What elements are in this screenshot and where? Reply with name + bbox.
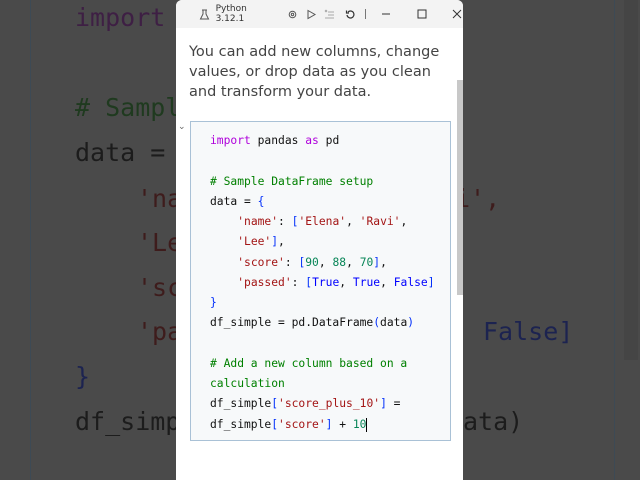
bg-code: ata) [463, 407, 524, 436]
code-token: , [380, 255, 387, 269]
code-token: True [312, 275, 340, 289]
code-token: { [257, 194, 265, 208]
code-comment: calculation [210, 377, 285, 390]
code-token: : [284, 255, 299, 269]
code-token: 'Elena' [298, 215, 347, 228]
bg-code: False] [483, 317, 574, 346]
code-token: 'score' [237, 255, 285, 269]
restart-icon[interactable] [345, 9, 357, 20]
code-token: pd [318, 134, 340, 147]
bg-code: # Sampl [75, 93, 181, 122]
code-token: ] [380, 397, 387, 411]
code-token: , [346, 255, 360, 269]
code-token: import [210, 134, 251, 147]
code-token: [ [271, 397, 279, 411]
code-token: = [386, 397, 401, 411]
clear-outputs-icon[interactable] [324, 9, 336, 20]
code-token: as [305, 134, 319, 147]
collapse-chevron-icon[interactable]: ⌄ [178, 122, 186, 132]
title-bar: Python 3.12.1 [176, 0, 463, 28]
code-comment: # Sample DataFrame setup [210, 174, 374, 188]
code-token: : [291, 275, 306, 289]
code-token: , [380, 275, 394, 289]
indent-guide [30, 0, 31, 480]
code-comment: # Add a new column based on a [210, 356, 408, 370]
code-editor[interactable]: import pandas as pd # Sample DataFrame s… [210, 131, 435, 435]
code-token: , [318, 255, 333, 269]
code-token: df_simple [210, 397, 272, 411]
close-icon[interactable] [451, 9, 463, 19]
code-token: + [332, 417, 353, 431]
code-token: 'score_plus_10' [278, 397, 381, 411]
code-token: ) [407, 316, 415, 330]
code-token: , [400, 215, 408, 228]
code-token: , [278, 235, 285, 249]
code-token: data = [210, 194, 258, 208]
code-token: 90 [305, 255, 319, 269]
bg-code: data = [75, 138, 166, 167]
bg-code: df_simp [75, 407, 181, 436]
code-token: } [210, 296, 217, 309]
scrollbar-thumb[interactable] [457, 80, 463, 295]
run-icon[interactable] [306, 9, 318, 20]
code-token: df_simple = pd.DataFrame [210, 316, 374, 330]
code-token: 10 [352, 417, 367, 431]
code-token: df_simple [210, 417, 272, 431]
text-cursor [366, 417, 368, 432]
code-token: , [339, 275, 353, 289]
code-token: False [393, 275, 428, 289]
code-token: [ [271, 417, 279, 431]
maximize-icon[interactable] [416, 9, 428, 19]
code-token: data [380, 316, 408, 330]
minimize-icon[interactable] [380, 9, 392, 19]
gear-icon[interactable] [287, 9, 299, 20]
divider [365, 9, 367, 19]
bg-code: import [75, 3, 166, 32]
markdown-cell-text: You can add new columns, change values, … [189, 44, 440, 100]
code-token: : [278, 215, 292, 228]
code-token: 'score' [278, 417, 326, 431]
code-token: 'passed' [237, 275, 292, 289]
kernel-label[interactable]: Python 3.12.1 [216, 4, 276, 24]
code-cell[interactable]: import pandas as pd # Sample DataFrame s… [190, 121, 451, 441]
code-token: 'Ravi' [359, 215, 401, 228]
notebook-window: Python 3.12.1 You can add new columns, c… [176, 0, 463, 480]
code-token: , [346, 215, 360, 228]
code-token: True [352, 275, 381, 289]
code-token: 88 [332, 255, 347, 269]
code-token: 'Lee' [237, 235, 272, 249]
code-token: 'name' [237, 215, 279, 228]
code-token: 70 [359, 255, 374, 269]
code-token: pandas [250, 134, 306, 147]
flask-icon [199, 9, 211, 20]
bg-code: } [75, 362, 91, 391]
background-scrollbar [624, 0, 638, 360]
editor-border [614, 0, 615, 480]
code-token: ] [427, 275, 435, 289]
